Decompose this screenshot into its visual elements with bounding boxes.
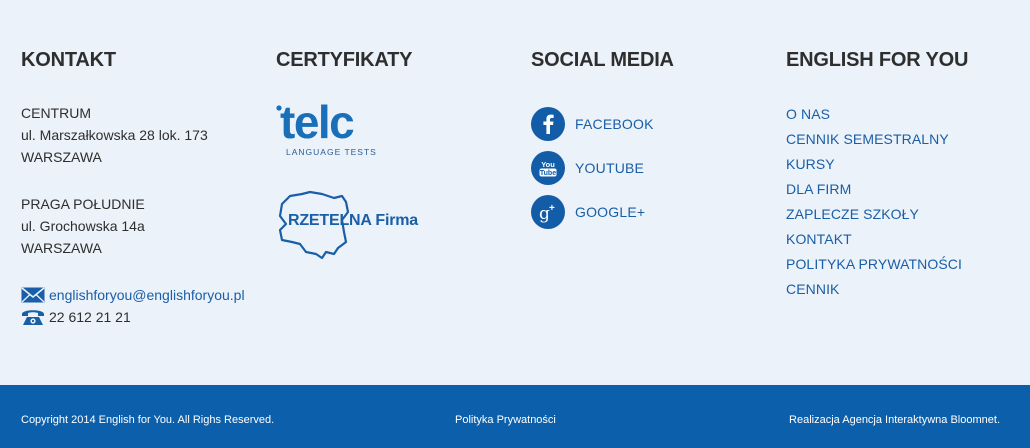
address-street: ul. Marszałkowska 28 lok. 173 bbox=[21, 127, 208, 143]
social-column: SOCIAL MEDIA FACEBOOK You Tube YOUTUBE g… bbox=[531, 48, 771, 229]
social-heading: SOCIAL MEDIA bbox=[531, 49, 674, 71]
google-plus-link[interactable]: GOOGLE+ bbox=[575, 204, 645, 220]
footer-bottom-bar: Copyright 2014 English for You. All Righ… bbox=[0, 385, 1030, 448]
svg-text:telc: telc bbox=[280, 100, 354, 148]
facebook-icon[interactable] bbox=[531, 107, 565, 141]
address-centrum: CENTRUM ul. Marszałkowska 28 lok. 173 WA… bbox=[21, 102, 208, 168]
privacy-policy-link[interactable]: Polityka Prywatności bbox=[455, 414, 556, 426]
address-name: CENTRUM bbox=[21, 105, 91, 121]
menu-item: KURSY bbox=[786, 152, 962, 177]
facebook-link[interactable]: FACEBOOK bbox=[575, 116, 654, 132]
google-plus-icon[interactable]: g + bbox=[531, 195, 565, 229]
telc-logo[interactable]: telc LANGUAGE TESTS bbox=[276, 96, 376, 160]
menu-link-kursy[interactable]: KURSY bbox=[786, 156, 835, 172]
phone-number: 22 612 21 21 bbox=[49, 309, 131, 325]
address-street: ul. Grochowska 14a bbox=[21, 218, 145, 234]
svg-text:LANGUAGE TESTS: LANGUAGE TESTS bbox=[286, 147, 376, 157]
menu-link-kontakt[interactable]: KONTAKT bbox=[786, 231, 852, 247]
phone-row: 22 612 21 21 bbox=[21, 306, 131, 328]
contact-column: KONTAKT CENTRUM ul. Marszałkowska 28 lok… bbox=[21, 48, 261, 325]
menu-item: ZAPLECZE SZKOŁY bbox=[786, 202, 962, 227]
svg-text:You: You bbox=[541, 160, 555, 169]
address-city: WARSZAWA bbox=[21, 149, 102, 165]
address-praga: PRAGA POŁUDNIE ul. Grochowska 14a WARSZA… bbox=[21, 193, 145, 259]
menu-link-cennik-semestralny[interactable]: CENNIK SEMESTRALNY bbox=[786, 131, 949, 147]
site-links-column: ENGLISH FOR YOU O NAS CENNIK SEMESTRALNY… bbox=[786, 48, 1026, 297]
social-item-google-plus[interactable]: g + GOOGLE+ bbox=[531, 190, 654, 234]
menu-item: O NAS bbox=[786, 102, 962, 127]
menu-link-polityka-prywatnosci[interactable]: POLITYKA PRYWATNOŚCI bbox=[786, 256, 962, 272]
social-item-youtube[interactable]: You Tube YOUTUBE bbox=[531, 146, 654, 190]
youtube-link[interactable]: YOUTUBE bbox=[575, 160, 644, 176]
menu-item: DLA FIRM bbox=[786, 177, 962, 202]
menu-link-o-nas[interactable]: O NAS bbox=[786, 106, 830, 122]
site-links-menu: O NAS CENNIK SEMESTRALNY KURSY DLA FIRM … bbox=[786, 102, 962, 302]
envelope-icon bbox=[21, 286, 45, 304]
site-links-heading: ENGLISH FOR YOU bbox=[786, 49, 969, 71]
menu-item: KONTAKT bbox=[786, 227, 962, 252]
agency-credit-link[interactable]: Realizacja Agencja Interaktywna Bloomnet… bbox=[789, 414, 1000, 426]
footer-main: KONTAKT CENTRUM ul. Marszałkowska 28 lok… bbox=[0, 0, 1030, 385]
svg-text:RZETELNA Firma: RZETELNA Firma bbox=[288, 212, 418, 229]
svg-text:Tube: Tube bbox=[540, 170, 556, 177]
email-link[interactable]: englishforyou@englishforyou.pl bbox=[49, 287, 245, 303]
contact-heading: KONTAKT bbox=[21, 49, 116, 71]
email-row: englishforyou@englishforyou.pl bbox=[21, 284, 245, 306]
menu-link-dla-firm[interactable]: DLA FIRM bbox=[786, 181, 851, 197]
social-item-facebook[interactable]: FACEBOOK bbox=[531, 102, 654, 146]
svg-text:+: + bbox=[549, 203, 555, 214]
menu-item: CENNIK SEMESTRALNY bbox=[786, 127, 962, 152]
address-name: PRAGA POŁUDNIE bbox=[21, 196, 145, 212]
menu-link-cennik[interactable]: CENNIK bbox=[786, 281, 840, 297]
certificates-heading: CERTYFIKATY bbox=[276, 49, 413, 71]
menu-item: POLITYKA PRYWATNOŚCI bbox=[786, 252, 962, 277]
youtube-icon[interactable]: You Tube bbox=[531, 151, 565, 185]
copyright-text: Copyright 2014 English for You. All Righ… bbox=[21, 414, 275, 426]
menu-link-zaplecze-szkoly[interactable]: ZAPLECZE SZKOŁY bbox=[786, 206, 919, 222]
menu-item: CENNIK bbox=[786, 277, 962, 302]
address-city: WARSZAWA bbox=[21, 240, 102, 256]
rzetelna-firma-logo[interactable]: RZETELNA Firma bbox=[276, 190, 436, 260]
telephone-icon bbox=[21, 308, 45, 326]
certificates-column: CERTYFIKATY telc LANGUAGE TESTS RZETELNA… bbox=[276, 48, 516, 260]
social-list: FACEBOOK You Tube YOUTUBE g + GOOGLE+ bbox=[531, 102, 654, 234]
